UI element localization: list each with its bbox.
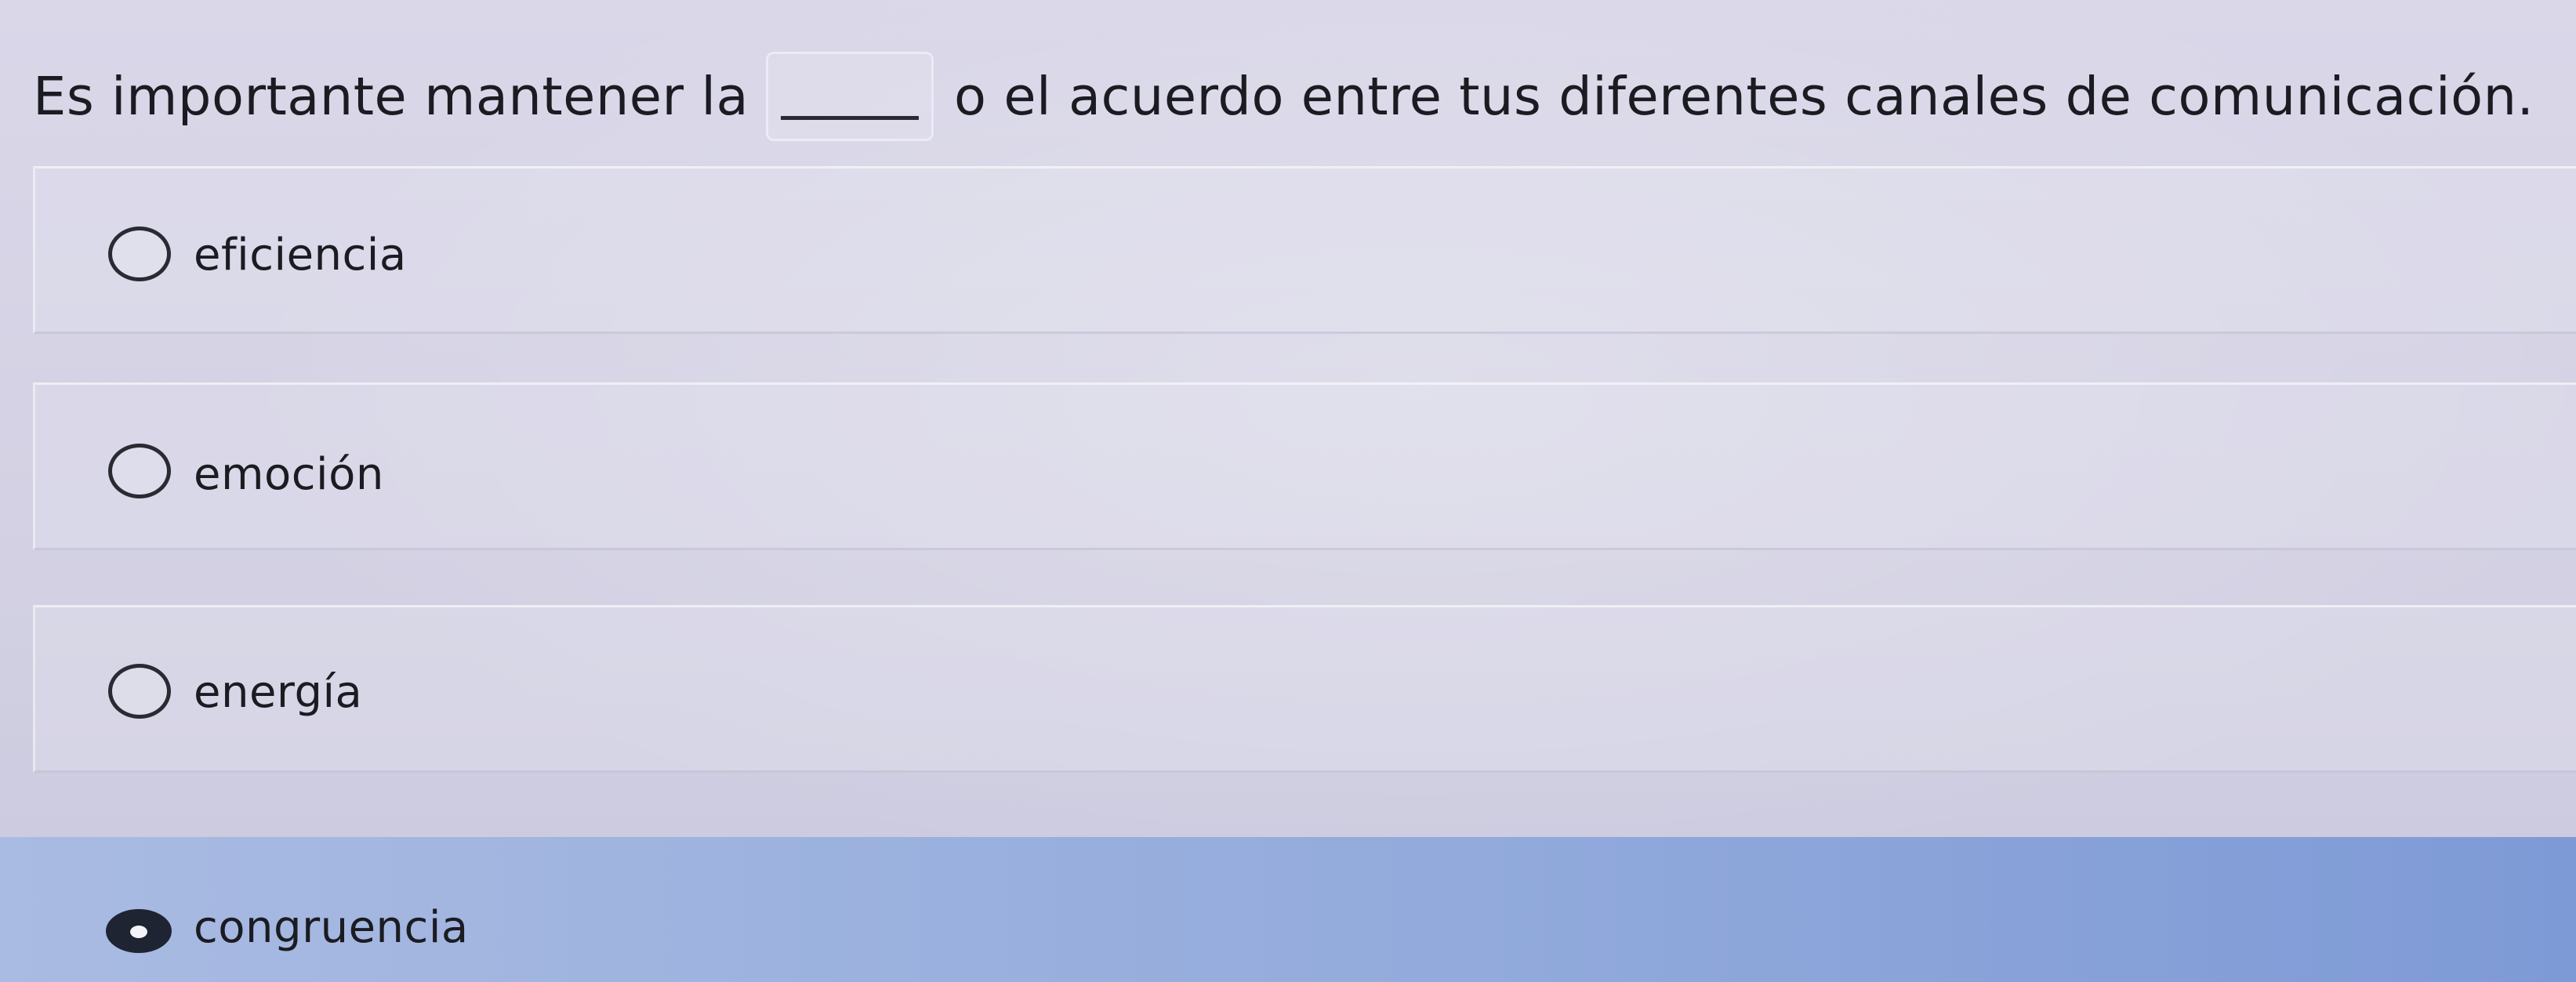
- option-congruencia[interactable]: congruencia: [0, 837, 2576, 982]
- answer-blank-box[interactable]: [766, 52, 934, 141]
- option-label: congruencia: [194, 902, 469, 953]
- radio-unselected-icon[interactable]: [108, 226, 171, 281]
- option-energia[interactable]: energía: [33, 605, 2576, 773]
- option-label: emoción: [194, 449, 384, 500]
- option-eficiencia[interactable]: eficiencia: [33, 166, 2576, 334]
- option-emocion[interactable]: emoción: [33, 382, 2576, 550]
- option-label: eficiencia: [194, 230, 407, 281]
- quiz-page: Es importante mantener la o el acuerdo e…: [0, 0, 2576, 982]
- question-text-after: o el acuerdo entre tus diferentes canale…: [954, 66, 2534, 127]
- question-text-before: Es importante mantener la: [33, 66, 749, 127]
- radio-unselected-icon[interactable]: [108, 664, 171, 719]
- question-text: Es importante mantener la o el acuerdo e…: [33, 52, 2534, 141]
- radio-unselected-icon[interactable]: [108, 444, 171, 498]
- radio-selected-icon[interactable]: [106, 909, 172, 953]
- answer-blank-line: [781, 116, 920, 120]
- option-label: energía: [194, 667, 363, 718]
